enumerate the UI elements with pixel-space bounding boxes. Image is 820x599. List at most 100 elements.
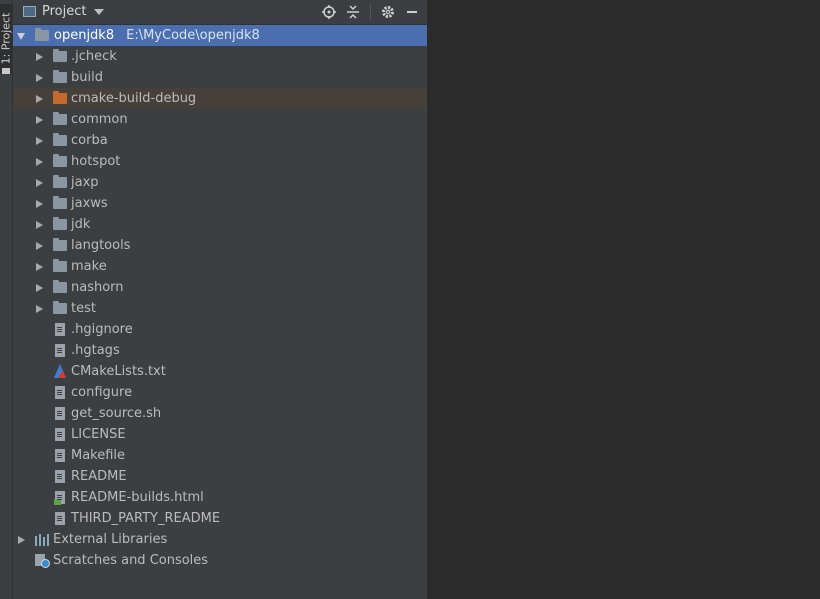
header-toolbar (320, 3, 421, 21)
tree-folder-cmake-build-debug[interactable]: cmake-build-debug (13, 88, 427, 109)
folder-label: hotspot (71, 154, 121, 169)
chevron-down-icon (94, 8, 105, 15)
collapsed-arrow-icon[interactable] (36, 53, 43, 61)
html-file-icon (54, 491, 65, 505)
folder-label: build (71, 70, 103, 85)
external-libraries-label: External Libraries (53, 532, 168, 547)
tree-file-get-source[interactable]: get_source.sh (13, 403, 427, 424)
tree-external-libraries[interactable]: External Libraries (13, 529, 427, 550)
project-view-icon (23, 6, 36, 17)
tree-root-openjdk8[interactable]: openjdk8 E:\MyCode\openjdk8 (13, 25, 427, 46)
collapsed-arrow-icon[interactable] (36, 116, 43, 124)
excluded-folder-icon (53, 91, 67, 104)
editor-area (428, 0, 820, 599)
collapsed-arrow-icon[interactable] (18, 536, 25, 544)
project-tree: openjdk8 E:\MyCode\openjdk8 .jcheck build… (13, 25, 427, 571)
folder-icon (53, 280, 67, 293)
settings-icon[interactable] (379, 3, 397, 21)
hide-icon[interactable] (403, 3, 421, 21)
file-label: .hgignore (71, 322, 133, 337)
collapsed-arrow-icon[interactable] (36, 137, 43, 145)
folder-label: nashorn (71, 280, 124, 295)
text-file-icon (55, 407, 65, 420)
tree-file-license[interactable]: LICENSE (13, 424, 427, 445)
tree-folder-nashorn[interactable]: nashorn (13, 277, 427, 298)
file-label: get_source.sh (71, 406, 162, 421)
folder-icon (53, 49, 67, 62)
html-badge (54, 499, 61, 505)
text-file-icon (55, 344, 65, 357)
text-file-icon (55, 449, 65, 462)
project-tool-tab[interactable]: 1: Project (0, 4, 13, 74)
tree-file-readme[interactable]: README (13, 466, 427, 487)
folder-label: jaxp (71, 175, 99, 190)
folder-label: make (71, 259, 107, 274)
text-file-icon (55, 470, 65, 483)
tree-folder-jcheck[interactable]: .jcheck (13, 46, 427, 67)
collapsed-arrow-icon[interactable] (36, 221, 43, 229)
folder-label: corba (71, 133, 108, 148)
folder-label: langtools (71, 238, 131, 253)
file-label: configure (71, 385, 133, 400)
tree-folder-common[interactable]: common (13, 109, 427, 130)
scratches-label: Scratches and Consoles (53, 553, 209, 568)
tree-file-readme-builds[interactable]: README-builds.html (13, 487, 427, 508)
tree-file-hgignore[interactable]: .hgignore (13, 319, 427, 340)
project-panel-header: Project (13, 0, 427, 25)
folder-icon (53, 70, 67, 83)
locate-icon[interactable] (320, 3, 338, 21)
folder-label: common (71, 112, 128, 127)
tree-file-configure[interactable]: configure (13, 382, 427, 403)
project-tool-tab-label: 1: Project (0, 12, 13, 65)
library-icon (35, 534, 49, 546)
tree-folder-build[interactable]: build (13, 67, 427, 88)
tree-scratches-consoles[interactable]: Scratches and Consoles (13, 550, 427, 571)
collapse-all-icon[interactable] (344, 3, 362, 21)
collapsed-arrow-icon[interactable] (36, 263, 43, 271)
collapsed-arrow-icon[interactable] (36, 179, 43, 187)
tree-folder-make[interactable]: make (13, 256, 427, 277)
tree-file-hgtags[interactable]: .hgtags (13, 340, 427, 361)
scratch-clock (41, 559, 50, 568)
collapsed-arrow-icon[interactable] (36, 158, 43, 166)
scratches-icon (35, 554, 50, 568)
folder-icon (53, 217, 67, 230)
file-label: THIRD_PARTY_README (71, 511, 221, 526)
file-label: README-builds.html (71, 490, 204, 505)
folder-icon (53, 175, 67, 188)
text-file-icon (55, 386, 65, 399)
tree-folder-jaxws[interactable]: jaxws (13, 193, 427, 214)
tree-file-third-party-readme[interactable]: THIRD_PARTY_README (13, 508, 427, 529)
tree-folder-jdk[interactable]: jdk (13, 214, 427, 235)
tree-folder-jaxp[interactable]: jaxp (13, 172, 427, 193)
folder-icon (53, 238, 67, 251)
folder-icon (2, 68, 10, 74)
cmake-icon (54, 364, 66, 378)
root-path: E:\MyCode\openjdk8 (126, 28, 260, 43)
folder-icon (53, 112, 67, 125)
toolbar-divider (370, 4, 371, 20)
collapsed-arrow-icon[interactable] (36, 305, 43, 313)
project-panel: Project openjdk8 E:\MyCode\openjdk8 .jch… (13, 0, 427, 599)
collapsed-arrow-icon[interactable] (36, 95, 43, 103)
tree-folder-test[interactable]: test (13, 298, 427, 319)
text-file-icon (55, 323, 65, 336)
collapsed-arrow-icon[interactable] (36, 74, 43, 82)
folder-icon (35, 28, 49, 41)
text-file-icon (55, 428, 65, 441)
folder-label: cmake-build-debug (71, 91, 197, 106)
view-selector-label: Project (42, 4, 87, 19)
view-selector[interactable]: Project (23, 4, 105, 19)
text-file-icon (55, 512, 65, 525)
expanded-arrow-icon[interactable] (17, 33, 25, 40)
collapsed-arrow-icon[interactable] (36, 200, 43, 208)
root-label: openjdk8 E:\MyCode\openjdk8 (54, 25, 260, 46)
tree-file-makefile[interactable]: Makefile (13, 445, 427, 466)
collapsed-arrow-icon[interactable] (36, 284, 43, 292)
tree-file-cmakelists[interactable]: CMakeLists.txt (13, 361, 427, 382)
tree-folder-corba[interactable]: corba (13, 130, 427, 151)
tree-folder-hotspot[interactable]: hotspot (13, 151, 427, 172)
tree-folder-langtools[interactable]: langtools (13, 235, 427, 256)
collapsed-arrow-icon[interactable] (36, 242, 43, 250)
folder-icon (53, 301, 67, 314)
